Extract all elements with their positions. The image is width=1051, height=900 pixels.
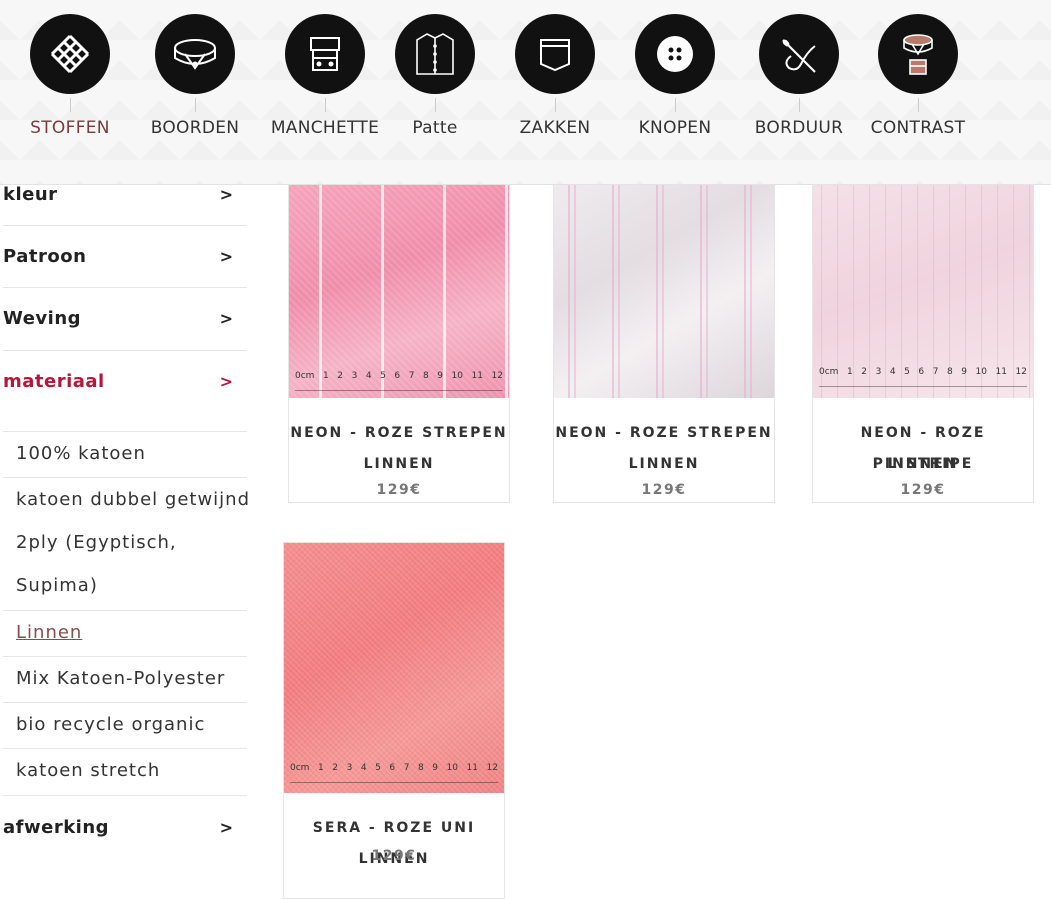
product-card[interactable]: NEON - ROZE STREPEN LINNEN 129€ <box>553 160 775 503</box>
nav-knopen[interactable]: KNOPEN <box>615 14 735 138</box>
divider <box>3 225 247 226</box>
product-card[interactable]: 0cm 1 2 3 4 5 6 7 8 9 10 11 12 SERA - ROZE UNI LINNE… <box>283 542 505 899</box>
divider <box>3 350 247 351</box>
customizer-nav: STOFFEN BOORDEN MANCHETTE Patte ZAKKEN K… <box>0 0 1051 185</box>
material-option-linnen[interactable]: Linnen <box>16 611 82 654</box>
filter-weving[interactable]: Weving > <box>0 304 247 332</box>
product-title-line2: LINNEN <box>887 456 959 472</box>
nav-label: CONTRAST <box>870 118 966 138</box>
material-option-katoen-stretch[interactable]: katoen stretch <box>16 749 160 792</box>
product-title: SERA - ROZE UNI LINNEN <box>312 820 476 867</box>
shirt-placket-icon <box>395 14 475 94</box>
chevron-right-icon: > <box>219 246 233 266</box>
product-title-line2: LINNEN <box>363 456 435 472</box>
collar-icon <box>155 14 235 94</box>
nav-borduur[interactable]: BORDUUR <box>739 14 859 138</box>
nav-stoffen[interactable]: STOFFEN <box>10 14 130 138</box>
filter-patroon[interactable]: Patroon > <box>0 242 247 270</box>
chevron-right-icon: > <box>219 371 233 391</box>
nav-label: Patte <box>412 118 458 138</box>
material-option-bio-recycle-organic[interactable]: bio recycle organic <box>16 703 205 746</box>
material-option-100-katoen[interactable]: 100% katoen <box>16 432 146 475</box>
nav-zakken[interactable]: ZAKKEN <box>495 14 615 138</box>
contrast-collar-icon <box>878 14 958 94</box>
product-title: NEON - ROZE STREPEN <box>290 425 508 441</box>
nav-tick <box>69 98 71 112</box>
filter-label: kleur <box>3 183 58 205</box>
ruler-scale: 0cm 1 2 3 4 5 6 7 8 9 10 11 12 <box>290 763 498 783</box>
button-icon <box>635 14 715 94</box>
filter-label: afwerking <box>3 816 110 838</box>
embroidery-needle-icon <box>759 14 839 94</box>
material-option-mix-katoen-polyester[interactable]: Mix Katoen-Polyester <box>16 657 225 700</box>
nav-boorden[interactable]: BOORDEN <box>135 14 255 138</box>
product-title: NEON - ROZE STREPEN <box>555 425 773 441</box>
material-option-supima[interactable]: Supima) <box>16 564 98 607</box>
fabric-swatch-image <box>554 161 774 398</box>
nav-label: KNOPEN <box>638 118 712 138</box>
nav-tick <box>917 98 919 112</box>
product-price: 129€ <box>371 848 417 864</box>
nav-tick <box>324 98 326 112</box>
chevron-right-icon: > <box>219 308 233 328</box>
nav-label: BORDUUR <box>754 118 844 138</box>
nav-contrast[interactable]: CONTRAST <box>858 14 978 138</box>
fabric-weave-icon <box>30 14 110 94</box>
cuff-icon <box>285 14 365 94</box>
nav-label: ZAKKEN <box>519 118 591 138</box>
material-option-katoen-dubbel-getwijnd[interactable]: katoen dubbel getwijnd <box>16 478 250 521</box>
nav-label: MANCHETTE <box>270 118 380 138</box>
nav-tick <box>434 98 436 112</box>
chevron-right-icon: > <box>219 184 233 204</box>
divider <box>3 287 247 288</box>
product-price: 129€ <box>641 482 687 498</box>
product-card[interactable]: 0cm 1 2 3 4 5 6 7 8 9 10 11 12 NEON - ROZE STREPEN L… <box>288 160 510 503</box>
nav-manchette[interactable]: MANCHETTE <box>265 14 385 138</box>
filter-label: Patroon <box>3 245 87 267</box>
product-card[interactable]: 0cm 1 2 3 4 5 6 7 8 9 10 11 12 NEON - ROZE PINSTRIPE… <box>812 160 1034 503</box>
filter-materiaal[interactable]: materiaal > <box>0 367 247 395</box>
filter-label: materiaal <box>3 370 105 392</box>
divider <box>3 795 247 796</box>
product-title-line2: LINNEN <box>628 456 700 472</box>
material-option-2ply[interactable]: 2ply (Egyptisch, <box>16 521 177 564</box>
fabric-swatch-image: 0cm 1 2 3 4 5 6 7 8 9 10 11 12 <box>289 161 509 398</box>
ruler-scale: 0cm 1 2 3 4 5 6 7 8 9 10 11 12 <box>295 371 503 391</box>
nav-tick <box>554 98 556 112</box>
nav-tick <box>798 98 800 112</box>
filter-afwerking[interactable]: afwerking > <box>0 813 247 841</box>
product-price: 129€ <box>376 482 422 498</box>
fabric-swatch-image: 0cm 1 2 3 4 5 6 7 8 9 10 11 12 <box>813 161 1033 398</box>
nav-patte[interactable]: Patte <box>375 14 495 138</box>
nav-tick <box>674 98 676 112</box>
ruler-scale: 0cm 1 2 3 4 5 6 7 8 9 10 11 12 <box>819 367 1027 387</box>
pocket-icon <box>515 14 595 94</box>
nav-tick <box>194 98 196 112</box>
product-price: 129€ <box>900 482 946 498</box>
fabric-swatch-image: 0cm 1 2 3 4 5 6 7 8 9 10 11 12 <box>284 543 504 793</box>
nav-label: BOORDEN <box>150 118 240 138</box>
chevron-right-icon: > <box>219 817 233 837</box>
nav-label: STOFFEN <box>30 118 110 138</box>
filter-label: Weving <box>3 307 82 329</box>
